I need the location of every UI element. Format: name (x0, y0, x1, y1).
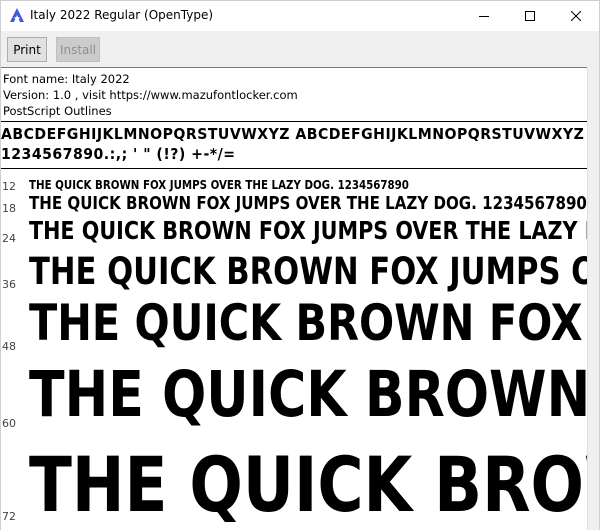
window-title: Italy 2022 Regular (OpenType) (30, 8, 214, 22)
sample-text: THE QUICK BROWN FOX JUMPS OVER THE LAZY … (29, 294, 587, 352)
maximize-icon (525, 11, 535, 21)
print-button[interactable]: Print (7, 37, 47, 62)
size-label: 18 (2, 202, 16, 215)
divider (1, 168, 587, 169)
vertical-scrollbar[interactable] (587, 67, 599, 530)
install-button[interactable]: Install (56, 37, 100, 62)
size-label: 24 (2, 232, 16, 245)
sample-text: THE QUICK BROWN FOX JUMPS OVER THE LAZY … (29, 193, 587, 214)
sample-text: THE QUICK BROWN FOX JUMPS OVER THE LAZY … (29, 250, 587, 293)
toolbar: Print Install (1, 31, 599, 67)
maximize-button[interactable] (507, 1, 553, 31)
sample-row-72: 72 THE QUICK BROWN FOX JUMPS OVER THE LA… (1, 68, 587, 529)
minimize-button[interactable] (461, 1, 507, 31)
title-bar[interactable]: Italy 2022 Regular (OpenType) (1, 1, 599, 31)
sample-text: THE QUICK BROWN FOX JUMPS OVER THE LAZY … (29, 358, 587, 431)
font-viewer-icon (9, 7, 25, 23)
font-viewer-window: Italy 2022 Regular (OpenType) Print Inst… (0, 0, 600, 530)
size-label: 48 (2, 340, 16, 353)
size-label: 12 (2, 180, 16, 193)
sample-text: THE QUICK BROWN FOX JUMPS OVER THE LAZY … (29, 440, 587, 529)
sample-text: THE QUICK BROWN FOX JUMPS OVER THE LAZY … (29, 178, 409, 192)
size-label: 60 (2, 417, 16, 430)
size-label: 36 (2, 278, 16, 291)
size-label: 72 (2, 510, 16, 523)
close-button[interactable] (553, 1, 599, 31)
font-preview-area[interactable]: Font name: Italy 2022 Version: 1.0 , vis… (1, 67, 587, 530)
close-icon (571, 11, 581, 21)
sample-text: THE QUICK BROWN FOX JUMPS OVER THE LAZY … (29, 216, 587, 245)
minimize-icon (479, 11, 489, 21)
